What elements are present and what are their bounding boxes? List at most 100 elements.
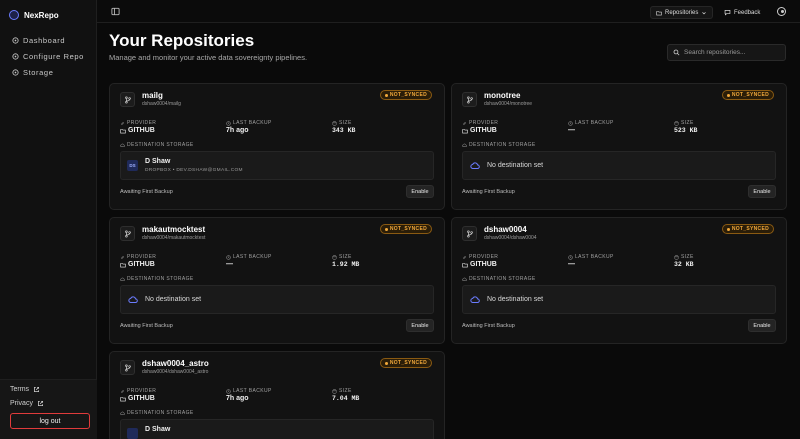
sidebar-item-storage[interactable]: Storage (12, 64, 84, 80)
clock-icon (226, 254, 231, 260)
folder-icon (656, 10, 662, 15)
link-icon (462, 121, 467, 125)
destination-box[interactable]: No destination set (120, 285, 434, 314)
folder-icon (462, 128, 468, 133)
status-badge: NOT_SYNCED (379, 224, 432, 234)
last-backup-label-row: LAST BACKUP (568, 254, 614, 260)
destination-label: DESTINATION STORAGE (127, 276, 194, 282)
destination-name: D Shaw (145, 158, 171, 165)
destination-label-row: DESTINATION STORAGE (462, 276, 536, 282)
storage-icon (12, 68, 19, 76)
chat-icon (724, 10, 731, 16)
status-dot-icon (384, 93, 388, 97)
folder-icon (120, 128, 126, 133)
status-badge: NOT_SYNCED (721, 90, 774, 100)
provider-label: PROVIDER (469, 120, 499, 126)
search-input[interactable] (684, 49, 779, 56)
last-backup-label: LAST BACKUP (233, 388, 272, 394)
link-icon (462, 255, 467, 259)
repo-name[interactable]: monotree (484, 91, 520, 100)
cloud-icon (462, 277, 467, 281)
repo-path: dshaw0004/makautmocktest (142, 235, 206, 241)
provider-label-row: PROVIDER (120, 388, 156, 394)
status-dot-icon (726, 227, 730, 231)
repo-path: dshaw0004/dshaw0004 (484, 235, 537, 241)
sidebar-item-label: Configure Repo (23, 51, 84, 61)
destination-box[interactable]: No destination set (462, 151, 776, 180)
enable-button[interactable]: Enable (748, 319, 776, 332)
brand[interactable]: NexRepo (9, 10, 59, 20)
provider-value: GITHUB (470, 127, 497, 134)
destination-label-row: DESTINATION STORAGE (120, 142, 194, 148)
provider-label: PROVIDER (469, 254, 499, 260)
enable-button[interactable]: Enable (748, 185, 776, 198)
user-avatar-icon[interactable] (777, 7, 786, 16)
branch-icon (462, 226, 477, 241)
destination-label: DESTINATION STORAGE (469, 276, 536, 282)
repo-card-dshaw0004: dshaw0004 dshaw0004/dshaw0004 NOT_SYNCED… (451, 217, 787, 344)
status-text: NOT_SYNCED (389, 92, 427, 98)
repo-path: dshaw0004/dshaw0004_astro (142, 369, 209, 375)
search-box[interactable] (667, 44, 786, 61)
clock-icon (226, 388, 231, 394)
repo-name[interactable]: dshaw0004_astro (142, 359, 209, 368)
destination-label-row: DESTINATION STORAGE (120, 410, 194, 416)
destination-avatar (127, 428, 138, 439)
nexrepo-logo-icon (9, 10, 19, 20)
last-backup-label: LAST BACKUP (575, 120, 614, 126)
size-value: 523 KB (674, 127, 698, 134)
folder-icon (120, 262, 126, 267)
link-icon (120, 121, 125, 125)
sidebar-item-configure-repo[interactable]: Configure Repo (12, 48, 84, 64)
terms-label: Terms (10, 386, 30, 393)
sidebar-toggle-icon[interactable] (111, 7, 120, 16)
link-icon (120, 389, 125, 393)
destination-box[interactable]: No destination set (462, 285, 776, 314)
repo-path: dshaw0004/monotree (484, 101, 533, 107)
size-value: 32 KB (674, 261, 694, 268)
cloud-icon (120, 143, 125, 147)
size-label: SIZE (339, 120, 352, 126)
provider-value: GITHUB (128, 261, 155, 268)
provider-value: GITHUB (128, 127, 155, 134)
cloud-icon (470, 162, 480, 169)
terms-link[interactable]: Terms (10, 386, 40, 393)
repo-card-mailg: mailg dshaw0004/mailg NOT_SYNCED PROVIDE… (109, 83, 445, 210)
size-label-row: SIZE (674, 254, 694, 260)
status-text: NOT_SYNCED (389, 360, 427, 366)
status-dot-icon (726, 93, 730, 97)
folder-icon (120, 396, 126, 401)
logout-button[interactable]: log out (10, 413, 90, 429)
page-title: Your Repositories (109, 31, 255, 50)
sidebar-footer: Terms Privacy log out (0, 379, 97, 439)
page-subtitle: Manage and monitor your active data sove… (109, 53, 308, 62)
enable-button[interactable]: Enable (406, 319, 434, 332)
provider-value: GITHUB (470, 261, 497, 268)
cloud-icon (128, 296, 138, 303)
clock-icon (568, 120, 573, 126)
destination-box[interactable]: DS D Shaw DROPBOX • DEV.DSHAW@GMAIL.COM (120, 151, 434, 180)
size-label: SIZE (681, 120, 694, 126)
repo-name[interactable]: dshaw0004 (484, 225, 527, 234)
repo-path: dshaw0004/mailg (142, 101, 181, 107)
repository-selector[interactable]: Repositories (650, 6, 714, 19)
cloud-icon (462, 143, 467, 147)
destination-label-row: DESTINATION STORAGE (120, 276, 194, 282)
size-value: 343 KB (332, 127, 356, 134)
cloud-icon (470, 296, 480, 303)
topbar: Repositories Feedback (97, 0, 800, 23)
destination-box[interactable]: D Shaw (120, 419, 434, 439)
privacy-label: Privacy (10, 400, 33, 407)
repo-card-dshaw0004_astro: dshaw0004_astro dshaw0004/dshaw0004_astr… (109, 351, 445, 439)
database-icon (332, 120, 337, 126)
privacy-link[interactable]: Privacy (10, 400, 44, 407)
repo-name[interactable]: mailg (142, 91, 163, 100)
sidebar-item-dashboard[interactable]: Dashboard (12, 32, 84, 48)
repo-card-monotree: monotree dshaw0004/monotree NOT_SYNCED P… (451, 83, 787, 210)
status-dot-icon (384, 227, 388, 231)
repo-name[interactable]: makautmocktest (142, 225, 205, 234)
enable-button[interactable]: Enable (406, 185, 434, 198)
branch-icon (120, 226, 135, 241)
feedback-button[interactable]: Feedback (724, 6, 760, 19)
branch-icon (120, 360, 135, 375)
